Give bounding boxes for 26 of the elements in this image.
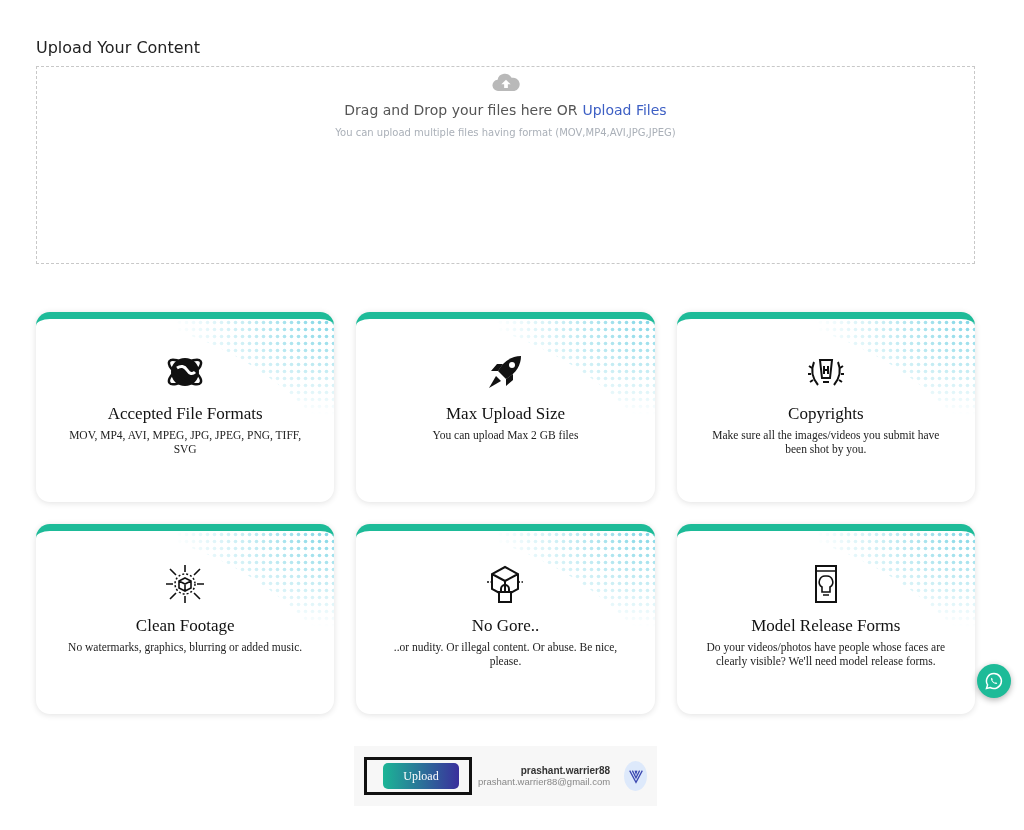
page-heading: Upload Your Content <box>36 38 202 57</box>
phone-bubble-icon <box>984 671 1004 691</box>
user-email: prashant.warrier88@gmail.com <box>478 776 611 787</box>
card-title: Model Release Forms <box>751 616 901 636</box>
cube-arrows-icon <box>165 564 206 604</box>
card-description: MOV, MP4, AVI, MPEG, JPG, JPEG, PNG, TIFF, SVG <box>68 428 303 457</box>
card-title: No Gore.. <box>471 616 540 636</box>
upload-files-link[interactable]: Upload Files <box>582 102 667 118</box>
card-title: Accepted File Formats <box>107 404 263 424</box>
card-description: Do your videos/photos have people whose faces are clearly visible? We'll need model release forms. <box>705 640 946 669</box>
card-description: You can upload Max 2 GB files <box>432 428 579 443</box>
card-description: Make sure all the images/videos you submit have been shot by you. <box>711 428 941 457</box>
card-title: Max Upload Size <box>446 404 565 424</box>
dropzone-text: Drag and Drop your files here OR <box>344 102 578 118</box>
dropzone[interactable]: Drag and Drop your files here OR Upload Files You can upload multiple files having format (MOV,MP4,AVI,JPG,JPEG) <box>36 66 975 264</box>
format-hint: You can upload multiple files having format (MOV,MP4,AVI,JPG,JPEG) <box>335 127 676 138</box>
chat-button[interactable] <box>977 664 1011 698</box>
card-description: No watermarks, graphics, blurring or added music. <box>68 640 303 655</box>
cloud-upload-icon <box>491 73 520 92</box>
upload-button[interactable]: Upload <box>383 763 459 789</box>
card-description: ..or nudity. Or illegal content. Or abuse. Be nice, please. <box>392 640 619 669</box>
card-title: Clean Footage <box>135 616 235 636</box>
username: prashant.warrier88 <box>519 765 611 776</box>
cube-lock-icon <box>485 564 526 604</box>
v-logo-icon <box>624 761 647 791</box>
card-title: Copyrights <box>788 404 864 424</box>
